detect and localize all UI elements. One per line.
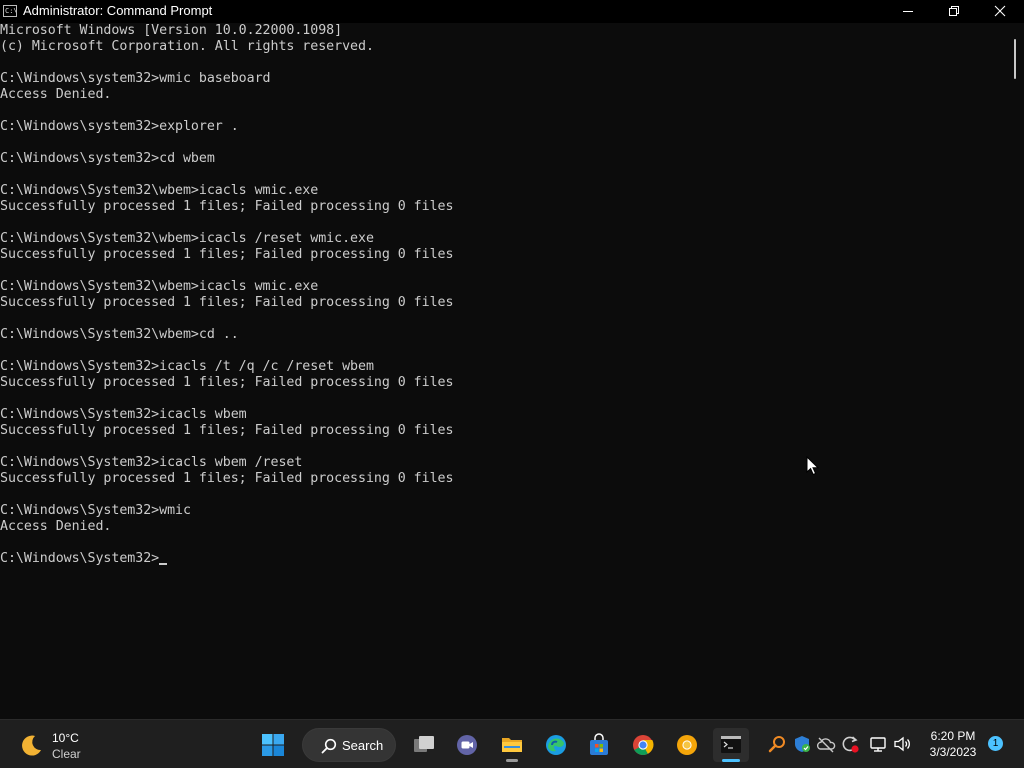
clock-time: 6:20 PM [930, 729, 976, 743]
console-line: C:\Windows\System32\wbem>icacls wmic.exe [0, 183, 319, 198]
console-line: Successfully processed 1 files; Failed p… [0, 423, 454, 438]
active-indicator [722, 759, 740, 762]
console-line: C:\Windows\System32>icacls wbem [0, 407, 247, 422]
window-title: Administrator: Command Prompt [23, 3, 213, 18]
store-icon [590, 733, 608, 755]
close-icon [994, 5, 1006, 17]
console-line: C:\Windows\System32\wbem>icacls wmic.exe [0, 279, 319, 294]
console-line: Successfully processed 1 files; Failed p… [0, 471, 454, 486]
text-cursor [159, 563, 168, 565]
console-line: (c) Microsoft Corporation. All rights re… [0, 39, 374, 54]
console-line: Access Denied. [0, 519, 112, 534]
taskbar-clock[interactable]: 6:20 PM 3/3/2023 [922, 728, 984, 760]
chrome-button[interactable] [625, 728, 661, 762]
terminal-button[interactable] [713, 728, 749, 762]
chat-button[interactable] [449, 728, 485, 762]
task-view-icon [414, 736, 434, 752]
notification-badge[interactable]: 1 [988, 736, 1003, 751]
clock-date: 3/3/2023 [929, 745, 977, 759]
console-output[interactable]: Microsoft Windows [Version 10.0.22000.10… [0, 23, 1004, 719]
weather-condition: Clear [52, 747, 81, 761]
console-line: Successfully processed 1 files; Failed p… [0, 247, 454, 262]
console-line: Successfully processed 1 files; Failed p… [0, 375, 454, 390]
windows-logo-icon [262, 734, 284, 756]
weather-temperature: 10°C [52, 731, 79, 745]
console-line: C:\Windows\System32>icacls /t /q /c /res… [0, 359, 374, 374]
close-button[interactable] [977, 0, 1023, 23]
file-explorer-button[interactable] [494, 728, 530, 762]
cmd-app-icon[interactable]: C:\ [3, 5, 17, 17]
minimize-button[interactable] [885, 0, 931, 23]
restore-icon [949, 6, 959, 16]
console-line: C:\Windows\system32>wmic baseboard [0, 71, 271, 86]
chat-icon [457, 735, 477, 755]
search-label: Search [342, 738, 384, 753]
console-line: Microsoft Windows [Version 10.0.22000.10… [0, 23, 343, 38]
console-line: Access Denied. [0, 87, 112, 102]
folder-icon [502, 738, 522, 752]
sync-error-icon[interactable] [840, 734, 860, 754]
magnifier-tray-icon[interactable] [767, 734, 787, 754]
vertical-scrollbar[interactable] [1005, 23, 1024, 719]
terminal-icon [721, 736, 741, 753]
store-button[interactable] [581, 728, 617, 762]
console-line: C:\Windows\system32>explorer . [0, 119, 239, 134]
console-line: Successfully processed 1 files; Failed p… [0, 295, 454, 310]
taskbar: 10°C Clear Search 6:20 PM 3/3/2023 [0, 719, 1024, 768]
network-icon[interactable] [868, 734, 888, 754]
title-bar[interactable]: C:\ Administrator: Command Prompt [0, 0, 1024, 23]
minimize-icon [903, 11, 913, 12]
chrome-canary-button[interactable] [669, 728, 705, 762]
taskbar-search[interactable]: Search [302, 728, 396, 762]
restore-button[interactable] [931, 0, 977, 23]
task-view-button[interactable] [406, 728, 442, 762]
mouse-pointer-icon [806, 456, 820, 476]
moon-icon [22, 735, 41, 756]
console-line: C:\Windows\system32>cd wbem [0, 151, 215, 166]
prompt-line[interactable]: C:\Windows\System32> [0, 551, 168, 567]
console-line: C:\Windows\System32\wbem>icacls /reset w… [0, 231, 374, 246]
search-icon [321, 738, 337, 754]
volume-icon[interactable] [893, 734, 913, 754]
console-line: C:\Windows\System32>wmic [0, 503, 191, 518]
scrollbar-thumb[interactable] [1014, 39, 1016, 79]
chrome-canary-icon [677, 735, 697, 755]
console-line: Successfully processed 1 files; Failed p… [0, 199, 454, 214]
console-line: C:\Windows\System32\wbem>cd .. [0, 327, 239, 342]
running-indicator [506, 759, 518, 762]
onedrive-offline-icon[interactable] [816, 734, 836, 754]
chrome-icon [633, 735, 654, 756]
edge-icon [546, 735, 566, 755]
edge-button[interactable] [538, 728, 574, 762]
console-line: C:\Windows\System32>icacls wbem /reset [0, 455, 303, 470]
prompt-text: C:\Windows\System32> [0, 551, 160, 566]
security-shield-icon[interactable] [792, 734, 812, 754]
start-button[interactable] [255, 728, 291, 762]
